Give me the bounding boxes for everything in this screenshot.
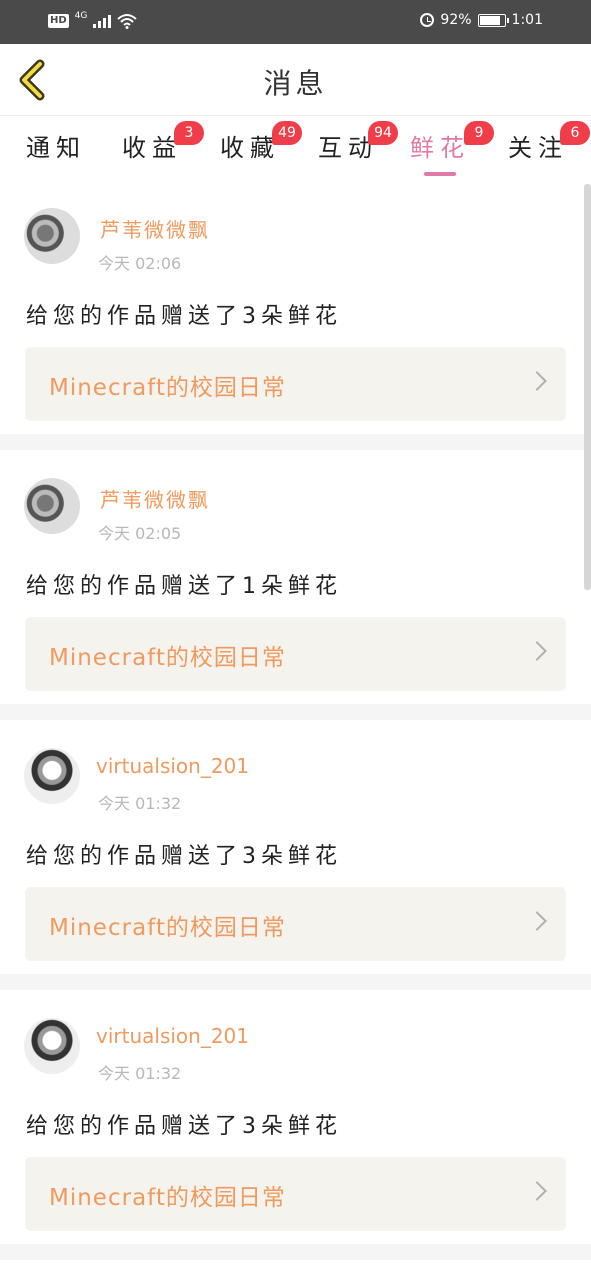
network-type: 4G: [74, 11, 88, 21]
battery-percent: 92%: [440, 12, 472, 28]
status-bar: HD 4G 92% 1:01: [0, 0, 591, 44]
chevron-right-icon: [527, 1181, 547, 1201]
work-title: Minecraft的校园日常: [49, 645, 286, 671]
alarm-icon: [420, 13, 435, 27]
message-card: 芦苇微微飘 今天 02:06 给您的作品赠送了3朵鲜花 Minecraft的校园…: [0, 180, 591, 434]
divider: [0, 1244, 591, 1260]
battery-icon: [477, 13, 509, 27]
tab-interactions[interactable]: 互动 94: [318, 121, 398, 163]
avatar[interactable]: [24, 1018, 80, 1074]
divider: [0, 704, 591, 720]
chevron-right-icon: [527, 371, 547, 391]
badge-count: 6: [560, 121, 590, 145]
message-text: 给您的作品赠送了1朵鲜花: [26, 574, 342, 599]
tab-earnings[interactable]: 收益 3: [122, 121, 204, 163]
chevron-right-icon: [527, 641, 547, 661]
work-link[interactable]: Minecraft的校园日常: [25, 1157, 566, 1231]
tab-flowers[interactable]: 鲜花 9: [410, 121, 494, 163]
username[interactable]: 芦苇微微飘: [100, 214, 210, 243]
work-link[interactable]: Minecraft的校园日常: [25, 887, 566, 961]
signal-icon: [93, 14, 112, 28]
message-card: virtualsion_201 今天 01:32 给您的作品赠送了3朵鲜花 Mi…: [0, 990, 591, 1244]
username[interactable]: virtualsion_201: [96, 1024, 249, 1048]
scrollbar[interactable]: [584, 184, 591, 590]
badge-count: 94: [368, 121, 398, 145]
message-text: 给您的作品赠送了3朵鲜花: [26, 304, 342, 329]
work-link[interactable]: Minecraft的校园日常: [25, 347, 566, 421]
work-link[interactable]: Minecraft的校园日常: [25, 617, 566, 691]
message-text: 给您的作品赠送了3朵鲜花: [26, 844, 342, 869]
avatar[interactable]: [24, 208, 80, 264]
tab-notifications[interactable]: 通知: [26, 128, 86, 163]
username[interactable]: 芦苇微微飘: [100, 484, 210, 513]
timestamp: 今天 01:32: [98, 794, 182, 813]
work-title: Minecraft的校园日常: [49, 375, 286, 401]
tab-label: 鲜花: [410, 134, 470, 162]
status-left: HD 4G: [48, 11, 138, 29]
message-card: 芦苇微微飘 今天 02:05 给您的作品赠送了1朵鲜花 Minecraft的校园…: [0, 450, 591, 704]
timestamp: 今天 02:05: [98, 524, 182, 543]
clock: 1:01: [511, 12, 543, 28]
avatar[interactable]: [24, 748, 80, 804]
tab-label: 关注: [508, 134, 568, 162]
message-text: 给您的作品赠送了3朵鲜花: [26, 1114, 342, 1139]
tab-label: 收益: [122, 134, 182, 162]
wifi-icon: [117, 14, 138, 29]
status-right: 92% 1:01: [420, 12, 543, 28]
chevron-right-icon: [527, 911, 547, 931]
active-tab-indicator: [424, 172, 456, 176]
timestamp: 今天 02:06: [98, 254, 182, 273]
tab-label: 收藏: [220, 134, 280, 162]
tab-favorites[interactable]: 收藏 49: [220, 121, 302, 163]
work-title: Minecraft的校园日常: [49, 915, 286, 941]
hd-indicator: HD: [48, 14, 69, 28]
avatar[interactable]: [24, 478, 80, 534]
divider: [0, 974, 591, 990]
badge-count: 3: [174, 121, 204, 145]
tab-follows[interactable]: 关注 6: [508, 121, 590, 163]
page-title: 消息: [263, 67, 328, 100]
badge-count: 9: [464, 121, 494, 145]
message-card: virtualsion_201 今天 01:32 给您的作品赠送了3朵鲜花 Mi…: [0, 720, 591, 974]
header: 消息: [0, 44, 591, 116]
badge-count: 49: [272, 121, 302, 145]
divider: [0, 434, 591, 450]
timestamp: 今天 01:32: [98, 1064, 182, 1083]
username[interactable]: virtualsion_201: [96, 754, 249, 778]
work-title: Minecraft的校园日常: [49, 1185, 286, 1211]
tab-label: 通知: [26, 134, 86, 162]
tab-bar: 通知 收益 3 收藏 49 互动 94 鲜花 9 关注 6: [0, 116, 591, 180]
